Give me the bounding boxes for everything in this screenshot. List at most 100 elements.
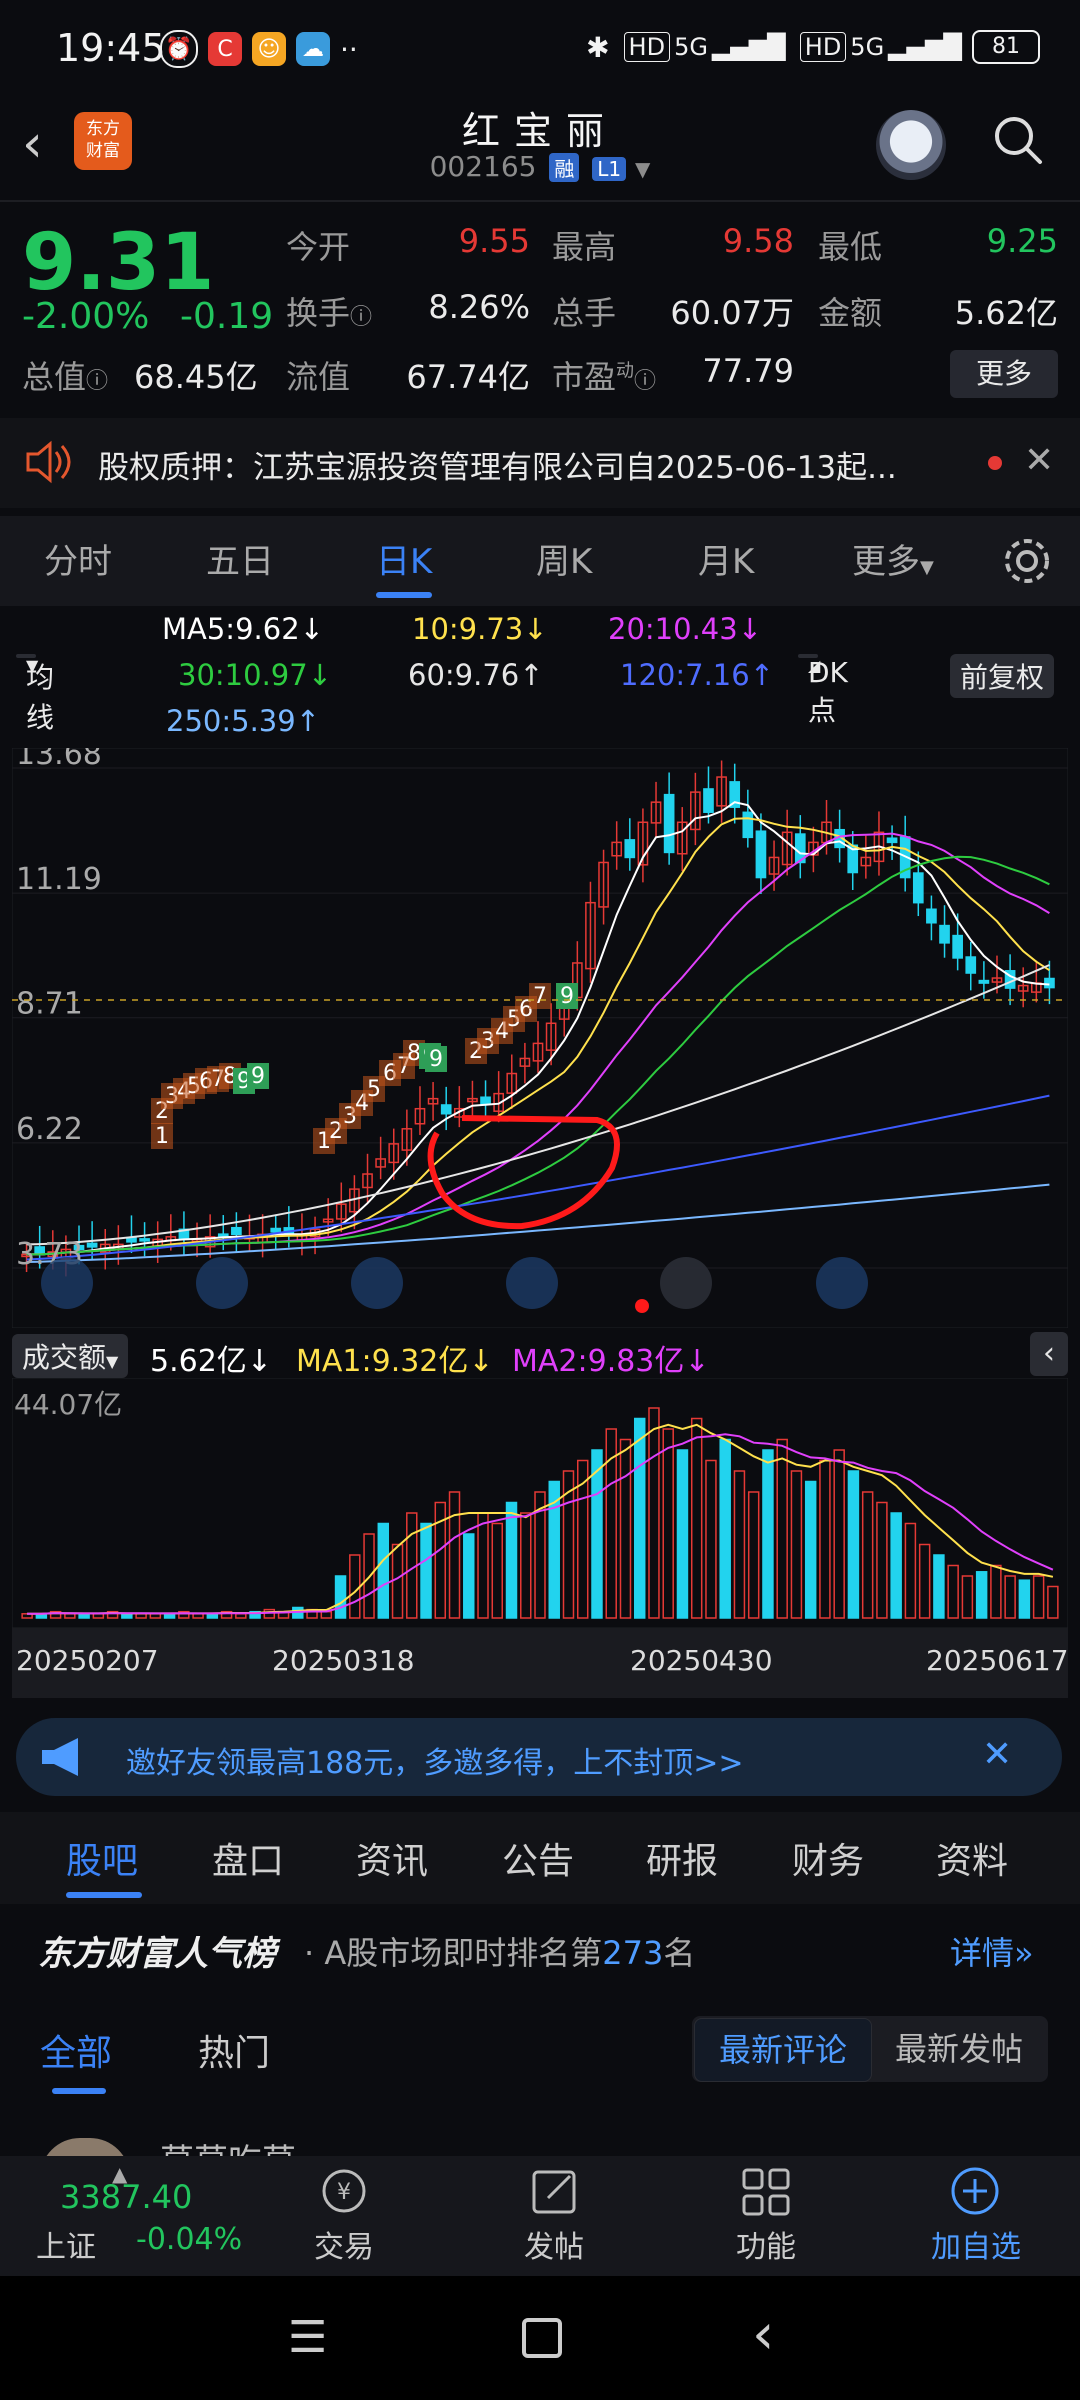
tab-profile[interactable]: 资料	[936, 1832, 1008, 1884]
pe-sup: 动	[616, 360, 635, 382]
settings-gear-icon[interactable]	[1000, 534, 1054, 588]
megaphone-icon	[42, 1738, 78, 1776]
invite-text: 邀好友领最高188元，多邀多得，上不封顶>>	[126, 1746, 744, 1781]
zoom-out-icon[interactable]	[196, 1257, 248, 1309]
turnover-info-icon[interactable]: ⓘ	[350, 305, 372, 330]
unread-dot	[988, 456, 1002, 470]
invite-close-icon[interactable]: ✕	[982, 1734, 1012, 1775]
date-axis: 20250207 20250318 20250430 20250617	[12, 1628, 1069, 1698]
kline-chart[interactable]: 123456789912345678992345679 13.6811.198.…	[12, 748, 1068, 1328]
tab-finance[interactable]: 财务	[792, 1832, 864, 1884]
high-label: 最高	[552, 228, 617, 266]
post-label[interactable]: 发帖	[494, 2222, 614, 2266]
candle-body	[270, 1227, 282, 1233]
feed-tab-hot[interactable]: 热门	[198, 2024, 270, 2076]
function-label[interactable]: 功能	[706, 2222, 826, 2266]
volume-menu-label: 成交额	[22, 1341, 107, 1374]
trade-yen-icon[interactable]: ¥	[316, 2166, 372, 2216]
tab-monthly-k[interactable]: 月K	[698, 534, 754, 583]
info-icon[interactable]: ⓘ	[86, 369, 108, 394]
ma5-label: MA5:9.62↓	[162, 612, 324, 646]
collapse-arrow-icon[interactable]: ‹	[1030, 1332, 1068, 1376]
ma-menu-button[interactable]: 均线 ▼	[16, 654, 54, 734]
robot-assistant-icon[interactable]	[876, 110, 946, 180]
candle-body	[1044, 977, 1055, 989]
volume-bar	[121, 1613, 133, 1619]
candle-body	[939, 924, 950, 944]
volume-ma1: MA1:9.32亿↓	[296, 1344, 494, 1379]
tab-more-caret-icon: ▼	[920, 557, 934, 578]
search-icon[interactable]	[990, 112, 1046, 168]
volume-bar	[933, 1554, 945, 1619]
rank-number: 273	[602, 1934, 664, 1972]
candle-body	[231, 1226, 242, 1236]
volume-label: 总手	[552, 294, 617, 332]
add-watchlist-label[interactable]: 加自选	[916, 2222, 1036, 2266]
index-value: 3387.40	[60, 2178, 193, 2216]
tab-pankou[interactable]: 盘口	[212, 1832, 284, 1884]
tab-research[interactable]: 研报	[646, 1832, 718, 1884]
adjust-button[interactable]: 前复权	[950, 654, 1055, 698]
quote-panel: 9.31 -2.00% -0.19 总值ⓘ 68.45亿 今开 9.55 最高 …	[0, 206, 1080, 406]
amount-value: 5.62亿	[954, 294, 1058, 332]
invite-banner[interactable]: 邀好友领最高188元，多邀多得，上不封顶>> ✕	[16, 1718, 1062, 1796]
tab-guba[interactable]: 股吧	[66, 1832, 138, 1884]
home-icon[interactable]	[522, 2318, 562, 2358]
add-watchlist-icon[interactable]	[948, 2164, 1002, 2218]
sort-latest-comment[interactable]: 最新评论	[694, 2018, 872, 2082]
function-grid-icon[interactable]	[740, 2166, 792, 2218]
close-icon[interactable]: ✕	[1024, 440, 1054, 481]
tab-daily-k[interactable]: 日K	[376, 534, 432, 583]
fullscreen-icon[interactable]	[816, 1257, 868, 1309]
rank-detail-link[interactable]: 详情»	[950, 1928, 1034, 1974]
more-button[interactable]: 更多	[950, 350, 1058, 398]
nav-left-double-icon[interactable]	[41, 1257, 93, 1309]
dk-point-button[interactable]: DK点 ◢	[798, 654, 848, 727]
battery-icon: 81	[972, 30, 1040, 64]
tab-news[interactable]: 资讯	[356, 1832, 428, 1884]
recent-apps-icon[interactable]: ☰	[288, 2312, 327, 2363]
back-nav-icon[interactable]: ‹	[752, 2302, 774, 2367]
tab-weekly-k[interactable]: 周K	[536, 534, 592, 583]
td-marker: 9	[251, 1064, 265, 1089]
status-time: 19:45	[56, 26, 166, 70]
sort-latest-post[interactable]: 最新发帖	[872, 2018, 1046, 2080]
candle-body	[139, 1238, 150, 1242]
y-tick-label: 6.22	[16, 1112, 83, 1147]
volume-bar	[804, 1480, 817, 1619]
zoom-in-icon[interactable]	[351, 1257, 403, 1309]
tab-announcement[interactable]: 公告	[502, 1832, 574, 1884]
y-tick-label: 13.68	[16, 748, 102, 772]
candle-body	[440, 1104, 452, 1115]
volume-bar	[78, 1613, 90, 1619]
content-tab-underline	[66, 1892, 142, 1898]
date-label-1: 20250207	[16, 1644, 159, 1677]
feed-tab-all[interactable]: 全部	[40, 2024, 112, 2076]
volume-bar	[1018, 1579, 1031, 1619]
last-price: 9.31	[22, 218, 215, 308]
tab-intraday[interactable]: 分时	[44, 534, 112, 583]
rank-text-main: · A股市场即时排名第	[304, 1934, 603, 1972]
pe-info-icon[interactable]: ⓘ	[634, 369, 656, 394]
td-marker: 1	[155, 1124, 169, 1149]
nav-prev-icon[interactable]	[506, 1257, 558, 1309]
candle-body	[86, 1242, 98, 1248]
ma20-label: 20:10.43↓	[608, 612, 762, 646]
nav-next-icon[interactable]	[660, 1257, 712, 1309]
active-tab-underline	[376, 592, 432, 598]
tab-more[interactable]: 更多▼	[852, 534, 934, 583]
popularity-rank[interactable]: 东方财富人气榜 · A股市场即时排名第273名 详情»	[0, 1904, 1080, 1994]
svg-text:¥: ¥	[337, 2180, 351, 2205]
status-bar: 19:45 ⏰ C ☺ ☁ ·· ✱ HD 5G ▂▄▆█ HD 5G ▂▄▆█…	[0, 0, 1080, 100]
volume-menu-button[interactable]: 成交额▼	[12, 1334, 129, 1378]
y-tick-label: 11.19	[16, 862, 102, 897]
candle-body	[965, 956, 977, 974]
post-edit-icon[interactable]	[530, 2166, 582, 2218]
notice-bar[interactable]: 股权质押：江苏宝源投资管理有限公司自2025-06-13起... ✕	[0, 418, 1080, 508]
tab-five-day[interactable]: 五日	[206, 534, 274, 583]
y-tick-label: 8.71	[16, 987, 83, 1022]
trade-label[interactable]: 交易	[284, 2222, 404, 2266]
volume-bar	[505, 1501, 518, 1619]
volume-chart[interactable]: 44.07亿	[12, 1378, 1068, 1628]
stock-header: ‹ 东方 财富 红宝丽 002165 融 L1 ▼	[0, 100, 1080, 200]
